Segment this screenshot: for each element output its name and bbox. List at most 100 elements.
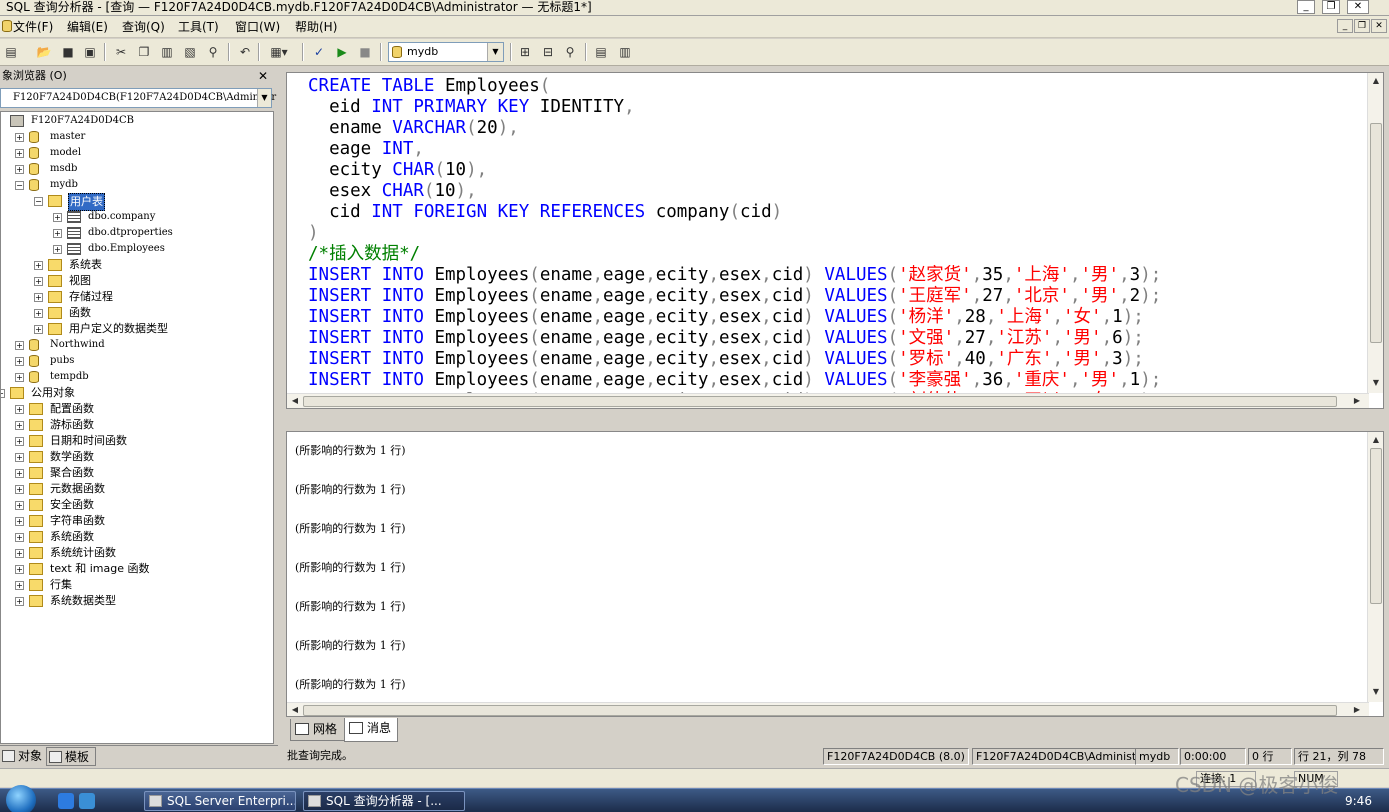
expand-icon[interactable]: + <box>15 581 24 590</box>
task-query-analyzer[interactable]: SQL 查询分析器 - [... <box>303 791 465 811</box>
collapse-icon[interactable]: − <box>34 197 43 206</box>
expand-icon[interactable]: + <box>34 277 43 286</box>
tree-node[interactable]: + 游标函数 <box>1 417 273 433</box>
expand-icon[interactable]: + <box>34 309 43 318</box>
tree-node[interactable]: + dbo.dtproperties <box>1 225 273 241</box>
mdi-minimize-button[interactable]: _ <box>1337 19 1353 33</box>
minimize-button[interactable]: _ <box>1297 0 1315 14</box>
object-search-icon[interactable]: ⚲ <box>561 43 579 61</box>
paste-icon[interactable]: ▥ <box>158 43 176 61</box>
ie-icon[interactable] <box>58 793 74 809</box>
new-query-icon[interactable]: ▤ <box>2 43 20 61</box>
tree-node[interactable]: + 配置函数 <box>1 401 273 417</box>
insert-template-icon[interactable]: ▣ <box>81 43 99 61</box>
tab-messages[interactable]: 消息 <box>344 718 398 742</box>
menu-window[interactable]: 窗口(W) <box>235 19 280 35</box>
stop-icon[interactable]: ■ <box>356 43 374 61</box>
expand-icon[interactable]: + <box>15 565 24 574</box>
tree-node[interactable]: + 行集 <box>1 577 273 593</box>
database-select[interactable]: mydb ▼ <box>388 42 504 62</box>
expand-icon[interactable]: + <box>15 597 24 606</box>
tree-node[interactable]: − 用户表 <box>1 193 273 211</box>
expand-icon[interactable]: + <box>15 421 24 430</box>
editor-vscroll-thumb[interactable] <box>1370 123 1382 343</box>
editor-vertical-scrollbar[interactable]: ▲ ▼ <box>1367 73 1383 393</box>
expand-icon[interactable]: + <box>15 517 24 526</box>
expand-icon[interactable]: + <box>53 245 62 254</box>
tab-templates[interactable]: 模板 <box>46 747 96 766</box>
tree-node[interactable]: + 用户定义的数据类型 <box>1 321 273 337</box>
close-icon[interactable]: ✕ <box>256 69 270 83</box>
chevron-down-icon[interactable]: ▼ <box>257 89 271 107</box>
show-plan-icon[interactable]: ⊞ <box>516 43 534 61</box>
save-icon[interactable]: ■ <box>59 43 77 61</box>
tree-node[interactable]: + 聚合函数 <box>1 465 273 481</box>
menu-edit[interactable]: 编辑(E) <box>67 19 108 35</box>
expand-icon[interactable]: + <box>34 325 43 334</box>
scroll-right-icon[interactable]: ▶ <box>1351 704 1363 716</box>
scroll-down-icon[interactable]: ▼ <box>1370 686 1382 698</box>
tab-grid[interactable]: 网格 <box>290 719 348 741</box>
tree-node[interactable]: − 公用对象 <box>1 385 273 401</box>
query-editor[interactable]: CREATE TABLE Employees( eid INT PRIMARY … <box>286 72 1384 409</box>
scroll-up-icon[interactable]: ▲ <box>1370 434 1382 446</box>
server-select[interactable]: F120F7A24D0D4CB(F120F7A24D0D4CB\Administ… <box>0 88 276 108</box>
current-connection-icon[interactable]: ▤ <box>592 43 610 61</box>
tree-node[interactable]: + dbo.Employees <box>1 241 273 257</box>
scroll-right-icon[interactable]: ▶ <box>1351 395 1363 407</box>
tree-node[interactable]: + 数学函数 <box>1 449 273 465</box>
app-db-icon[interactable] <box>2 20 12 32</box>
tree-node[interactable]: + 安全函数 <box>1 497 273 513</box>
expand-icon[interactable]: + <box>15 453 24 462</box>
tree-node[interactable]: + tempdb <box>1 369 273 385</box>
execute-icon[interactable]: ▶ <box>333 43 351 61</box>
scroll-up-icon[interactable]: ▲ <box>1370 75 1382 87</box>
collapse-icon[interactable]: − <box>15 181 24 190</box>
cut-icon[interactable]: ✂ <box>112 43 130 61</box>
results-vertical-scrollbar[interactable]: ▲ ▼ <box>1367 432 1383 702</box>
tree-node[interactable]: + model <box>1 145 273 161</box>
expand-icon[interactable]: + <box>34 293 43 302</box>
expand-icon[interactable]: + <box>15 469 24 478</box>
menu-file[interactable]: 文件(F) <box>13 19 53 35</box>
tree-node[interactable]: + 系统数据类型 <box>1 593 273 609</box>
sql-code[interactable]: CREATE TABLE Employees( eid INT PRIMARY … <box>308 76 1161 408</box>
tree-node[interactable]: + pubs <box>1 353 273 369</box>
scroll-down-icon[interactable]: ▼ <box>1370 377 1382 389</box>
editor-horizontal-scrollbar[interactable]: ◀ ▶ <box>287 393 1369 408</box>
tree-node[interactable]: + text 和 image 函数 <box>1 561 273 577</box>
tree-node[interactable]: + 日期和时间函数 <box>1 433 273 449</box>
expand-icon[interactable]: + <box>53 213 62 222</box>
restore-button[interactable]: ❐ <box>1322 0 1340 14</box>
copy-icon[interactable]: ❐ <box>135 43 153 61</box>
tree-node[interactable]: + dbo.company <box>1 209 273 225</box>
chevron-down-icon[interactable]: ▼ <box>487 43 503 61</box>
menu-tools[interactable]: 工具(T) <box>178 19 219 35</box>
expand-icon[interactable]: + <box>15 501 24 510</box>
tree-node[interactable]: + 视图 <box>1 273 273 289</box>
quicklaunch-icon[interactable] <box>79 793 95 809</box>
tree-node[interactable]: + 存储过程 <box>1 289 273 305</box>
undo-icon[interactable]: ↶ <box>236 43 254 61</box>
pane-splitter[interactable] <box>286 410 1384 430</box>
tree-node[interactable]: + Northwind <box>1 337 273 353</box>
find-icon[interactable]: ⚲ <box>204 43 222 61</box>
open-icon[interactable]: 📂 <box>35 43 53 61</box>
editor-hscroll-thumb[interactable] <box>303 396 1337 407</box>
object-browser-icon[interactable]: ⊟ <box>539 43 557 61</box>
clear-window-icon[interactable]: ▧ <box>181 43 199 61</box>
results-mode-icon[interactable]: ▦▾ <box>265 43 293 61</box>
scroll-left-icon[interactable]: ◀ <box>289 395 301 407</box>
results-hscroll-thumb[interactable] <box>303 705 1337 716</box>
expand-icon[interactable]: + <box>15 165 24 174</box>
tree-node[interactable]: + 函数 <box>1 305 273 321</box>
task-enterprise-manager[interactable]: SQL Server Enterpri... <box>144 791 296 811</box>
mdi-restore-button[interactable]: ❐ <box>1354 19 1370 33</box>
expand-icon[interactable]: + <box>15 341 24 350</box>
parse-check-icon[interactable]: ✓ <box>310 43 328 61</box>
show-results-pane-icon[interactable]: ▥ <box>616 43 634 61</box>
results-horizontal-scrollbar[interactable]: ◀ ▶ <box>287 702 1369 716</box>
menu-query[interactable]: 查询(Q) <box>122 19 165 35</box>
tree-node[interactable]: + 字符串函数 <box>1 513 273 529</box>
tree-node[interactable]: + 系统统计函数 <box>1 545 273 561</box>
